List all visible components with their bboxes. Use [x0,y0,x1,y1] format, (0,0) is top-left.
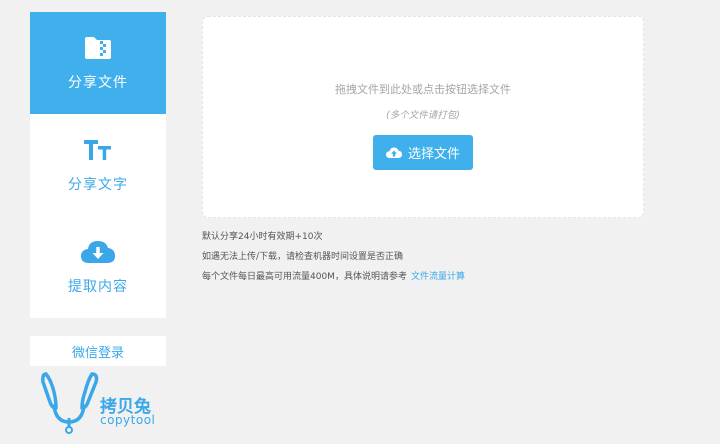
upload-dropzone[interactable]: 拖拽文件到此处或点击按钮选择文件 (多个文件请打包) 选择文件 [202,16,644,218]
sidebar: 分享文件 分享文字 提取内容 微信登录 [30,12,166,366]
notes: 默认分享24小时有效期+10次 如遇无法上传/下载，请检查机器时间设置是否正确 … [202,231,465,291]
note-validity: 默认分享24小时有效期+10次 [202,232,323,242]
logo: 拷贝兔 copytool [40,372,170,434]
drop-hint-text: 拖拽文件到此处或点击按钮选择文件 [335,83,511,96]
note-time-check: 如遇无法上传/下载，请检查机器时间设置是否正确 [202,252,404,262]
nav-share-text[interactable]: 分享文字 [30,114,166,216]
cloud-upload-icon [385,147,402,158]
folder-zip-icon [83,34,113,62]
brand-name-en: copytool [100,413,156,427]
nav-share-text-label: 分享文字 [68,177,128,193]
wechat-login-button[interactable]: 微信登录 [30,336,166,366]
nav-extract-content[interactable]: 提取内容 [30,216,166,318]
drop-sub-hint-text: (多个文件请打包) [386,110,460,121]
note-traffic: 每个文件每日最高可用流量400M，具体说明请参考 文件流量计算 [202,271,465,291]
nav-extract-content-label: 提取内容 [68,279,128,295]
text-size-icon [83,136,113,164]
note-traffic-text: 每个文件每日最高可用流量400M，具体说明请参考 [202,272,407,282]
nav-share-file[interactable]: 分享文件 [30,12,166,114]
choose-file-button[interactable]: 选择文件 [373,135,473,170]
cloud-download-icon [80,238,116,266]
traffic-calc-link[interactable]: 文件流量计算 [411,272,465,282]
choose-file-label: 选择文件 [407,147,460,162]
rabbit-logo-icon [41,372,99,434]
nav-share-file-label: 分享文件 [68,75,128,91]
